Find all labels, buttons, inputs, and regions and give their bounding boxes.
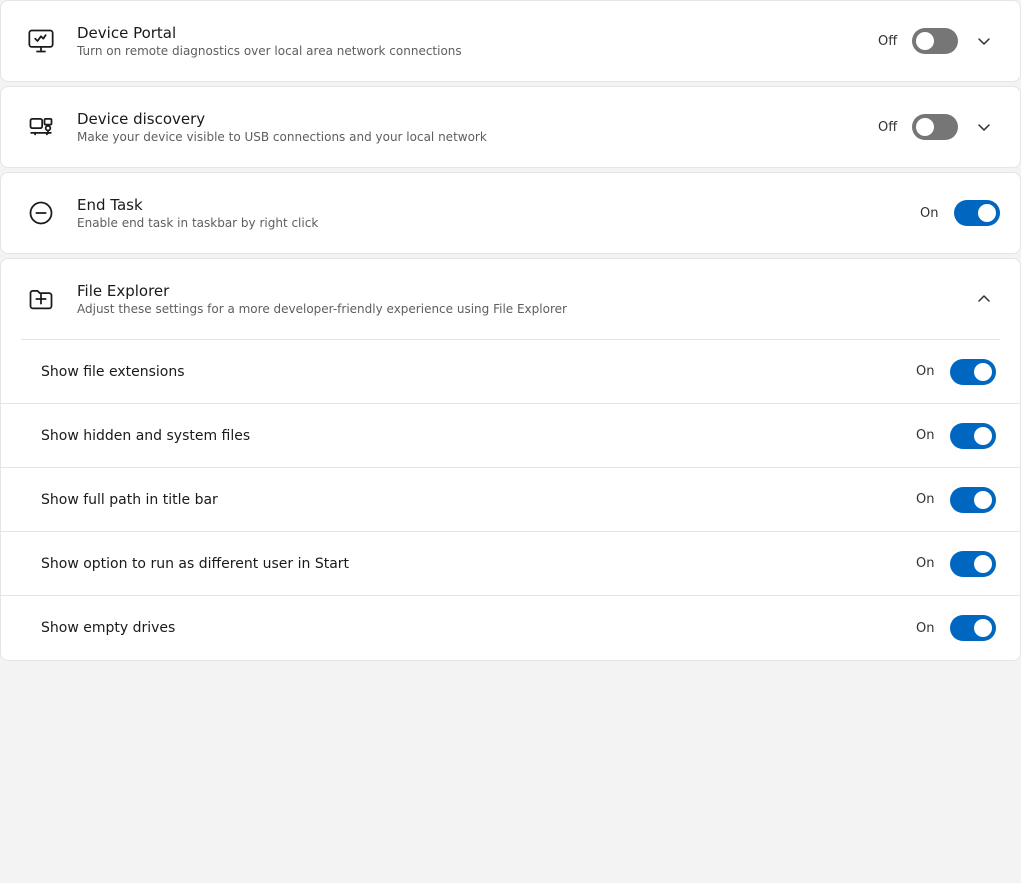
setting-status-end-task: On <box>920 206 944 221</box>
setting-text-device-portal: Device Portal Turn on remote diagnostics … <box>77 24 878 58</box>
setting-title-end-task: End Task <box>77 196 920 214</box>
sub-setting-status-show-empty-drives: On <box>916 621 940 636</box>
setting-desc-device-discovery: Make your device visible to USB connecti… <box>77 130 878 144</box>
toggle-end-task[interactable] <box>954 200 1000 226</box>
setting-main-row-device-portal: Device Portal Turn on remote diagnostics … <box>1 1 1020 81</box>
sub-setting-title-show-hidden-system-files: Show hidden and system files <box>41 428 916 444</box>
sub-setting-row-show-hidden-system-files: Show hidden and system filesOn <box>1 404 1020 468</box>
setting-card-device-discovery: Device discovery Make your device visible… <box>0 86 1021 168</box>
end-task-icon <box>21 193 61 233</box>
sub-toggle-slider-show-full-path <box>950 487 996 513</box>
setting-main-row-end-task: End Task Enable end task in taskbar by ri… <box>1 173 1020 253</box>
setting-text-file-explorer: File Explorer Adjust these settings for a… <box>77 282 968 316</box>
sub-setting-control-show-run-as-different-user: On <box>916 551 996 577</box>
sub-setting-control-show-file-extensions: On <box>916 359 996 385</box>
sub-toggle-show-full-path[interactable] <box>950 487 996 513</box>
setting-desc-end-task: Enable end task in taskbar by right clic… <box>77 216 920 230</box>
file-explorer-icon <box>21 279 61 319</box>
sub-setting-row-show-empty-drives: Show empty drivesOn <box>1 596 1020 660</box>
chevron-btn-device-discovery[interactable] <box>968 111 1000 143</box>
setting-status-device-discovery: Off <box>878 120 902 135</box>
toggle-slider-end-task <box>954 200 1000 226</box>
sub-setting-title-show-file-extensions: Show file extensions <box>41 364 916 380</box>
toggle-device-discovery[interactable] <box>912 114 958 140</box>
setting-title-file-explorer: File Explorer <box>77 282 968 300</box>
sub-setting-control-show-full-path: On <box>916 487 996 513</box>
sub-setting-status-show-run-as-different-user: On <box>916 556 940 571</box>
setting-text-device-discovery: Device discovery Make your device visible… <box>77 110 878 144</box>
sub-toggle-show-empty-drives[interactable] <box>950 615 996 641</box>
setting-card-end-task: End Task Enable end task in taskbar by ri… <box>0 172 1021 254</box>
setting-text-end-task: End Task Enable end task in taskbar by ri… <box>77 196 920 230</box>
sub-setting-title-show-full-path: Show full path in title bar <box>41 492 916 508</box>
toggle-slider-device-discovery <box>912 114 958 140</box>
setting-desc-file-explorer: Adjust these settings for a more develop… <box>77 302 968 316</box>
setting-title-device-portal: Device Portal <box>77 24 878 42</box>
sub-setting-status-show-hidden-system-files: On <box>916 428 940 443</box>
chevron-btn-file-explorer[interactable] <box>968 283 1000 315</box>
setting-status-device-portal: Off <box>878 34 902 49</box>
sub-setting-control-show-hidden-system-files: On <box>916 423 996 449</box>
sub-toggle-show-file-extensions[interactable] <box>950 359 996 385</box>
setting-card-file-explorer: File Explorer Adjust these settings for a… <box>0 258 1021 661</box>
device-discovery-icon <box>21 107 61 147</box>
sub-toggle-show-hidden-system-files[interactable] <box>950 423 996 449</box>
sub-setting-title-show-run-as-different-user: Show option to run as different user in … <box>41 556 916 572</box>
sub-setting-title-show-empty-drives: Show empty drives <box>41 620 916 636</box>
sub-setting-status-show-full-path: On <box>916 492 940 507</box>
toggle-slider-device-portal <box>912 28 958 54</box>
sub-toggle-slider-show-empty-drives <box>950 615 996 641</box>
toggle-device-portal[interactable] <box>912 28 958 54</box>
chevron-btn-device-portal[interactable] <box>968 25 1000 57</box>
setting-control-end-task: On <box>920 200 1000 226</box>
setting-desc-device-portal: Turn on remote diagnostics over local ar… <box>77 44 878 58</box>
setting-control-device-portal: Off <box>878 25 1000 57</box>
sub-setting-control-show-empty-drives: On <box>916 615 996 641</box>
settings-container: Device Portal Turn on remote diagnostics … <box>0 0 1021 661</box>
sub-toggle-slider-show-file-extensions <box>950 359 996 385</box>
setting-main-row-file-explorer: File Explorer Adjust these settings for a… <box>1 259 1020 339</box>
sub-setting-status-show-file-extensions: On <box>916 364 940 379</box>
sub-toggle-slider-show-hidden-system-files <box>950 423 996 449</box>
sub-setting-row-show-full-path: Show full path in title barOn <box>1 468 1020 532</box>
sub-setting-row-show-file-extensions: Show file extensionsOn <box>1 340 1020 404</box>
monitor-diagnostic-icon <box>21 21 61 61</box>
setting-card-device-portal: Device Portal Turn on remote diagnostics … <box>0 0 1021 82</box>
setting-main-row-device-discovery: Device discovery Make your device visible… <box>1 87 1020 167</box>
setting-title-device-discovery: Device discovery <box>77 110 878 128</box>
setting-control-file-explorer <box>968 283 1000 315</box>
sub-toggle-show-run-as-different-user[interactable] <box>950 551 996 577</box>
setting-control-device-discovery: Off <box>878 111 1000 143</box>
sub-toggle-slider-show-run-as-different-user <box>950 551 996 577</box>
sub-setting-row-show-run-as-different-user: Show option to run as different user in … <box>1 532 1020 596</box>
